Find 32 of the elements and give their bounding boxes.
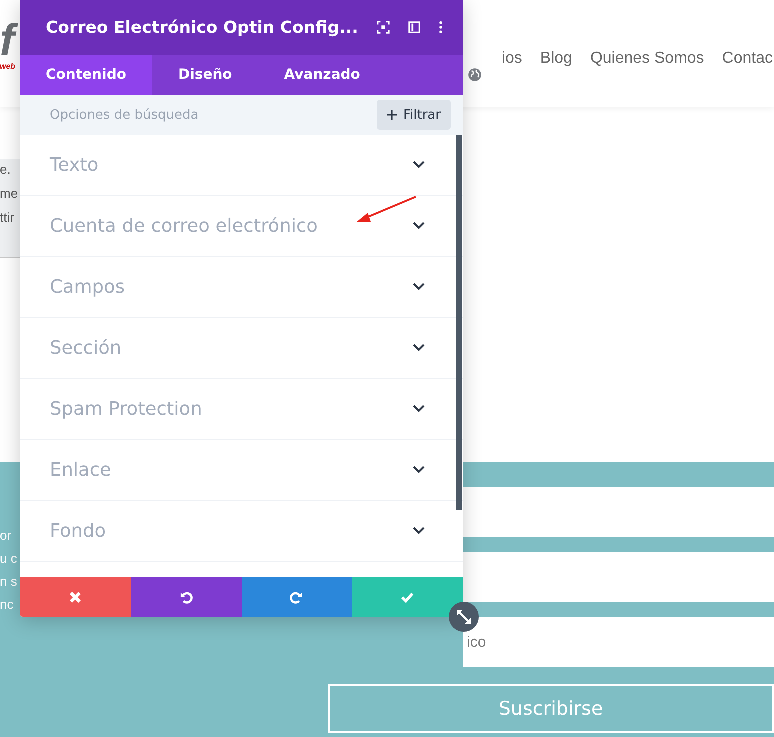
intro-text: e. — [0, 161, 12, 179]
input-field[interactable] — [463, 552, 774, 602]
nav-link[interactable]: ios — [502, 50, 522, 68]
panel-tab[interactable]: Avanzado — [258, 55, 386, 95]
close-icon — [68, 590, 82, 604]
signup-text: n s — [0, 573, 18, 591]
signup-text: nc — [0, 596, 15, 614]
nav-link[interactable]: Blog — [540, 50, 572, 68]
input-field[interactable] — [463, 487, 774, 537]
signup-text: u c — [0, 550, 18, 568]
annotation-arrow — [356, 194, 418, 224]
input-field[interactable]: ico — [463, 617, 774, 667]
panel-tab[interactable]: Diseño — [152, 55, 258, 95]
check-icon — [401, 590, 414, 604]
panel-title: Correo Electrónico Optin Config... — [46, 18, 359, 37]
filter-button[interactable]: Filtrar — [377, 100, 451, 130]
logo-mark: f — [0, 18, 16, 62]
intro-text: ttir — [0, 209, 16, 227]
save-button[interactable] — [352, 577, 463, 617]
nav-link[interactable]: Contac — [722, 50, 773, 68]
layout-icon[interactable] — [408, 21, 421, 34]
more-icon[interactable] — [439, 21, 443, 34]
plus-icon — [387, 110, 398, 120]
signup-text: or — [0, 527, 13, 545]
panel-tab[interactable]: Contenido — [20, 55, 152, 95]
nav-link[interactable]: Quienes Somos — [590, 50, 704, 68]
expand-icon[interactable] — [377, 21, 390, 34]
logo-word: web — [0, 62, 16, 70]
intro-text: me — [0, 185, 20, 203]
undo-icon — [180, 590, 193, 604]
resize-icon[interactable] — [449, 602, 479, 632]
redo-icon — [290, 590, 304, 604]
